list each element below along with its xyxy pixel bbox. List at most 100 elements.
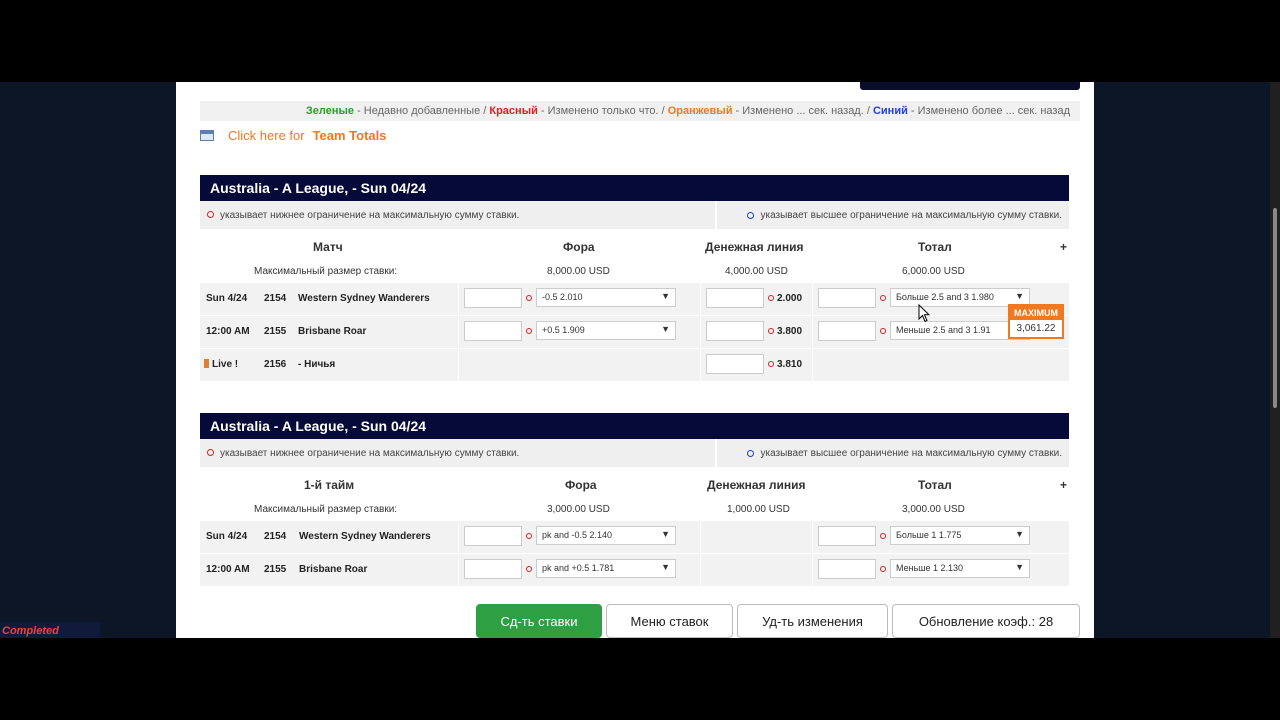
handicap-select[interactable]: pk and -0.5 2.140 ▼ bbox=[536, 526, 676, 545]
section-title: Australia - A League, - Sun 04/24 bbox=[200, 175, 1069, 201]
handicap-stake-input[interactable] bbox=[464, 321, 522, 341]
team-totals-link-text[interactable]: Click here for bbox=[228, 128, 305, 143]
match-time: 12:00 AM bbox=[206, 564, 250, 575]
handicap-select[interactable]: +0.5 1.909 ▼ bbox=[536, 321, 676, 340]
handicap-stake-input[interactable] bbox=[464, 288, 522, 308]
red-dot-icon bbox=[880, 295, 886, 301]
red-dot-icon bbox=[768, 361, 774, 367]
expand-plus-icon[interactable]: + bbox=[1060, 478, 1067, 492]
expand-plus-icon[interactable]: + bbox=[1060, 240, 1067, 254]
total-stake-input[interactable] bbox=[818, 526, 876, 546]
moneyline-stake-input[interactable] bbox=[706, 321, 764, 341]
column-headers: 1-й тайм Фора Денежная линия Тотал + bbox=[200, 467, 1069, 501]
handicap-value: -0.5 2.010 bbox=[542, 292, 583, 302]
red-dot-icon bbox=[526, 566, 532, 572]
blue-dot-icon bbox=[747, 449, 755, 457]
match-number: 2154 bbox=[264, 293, 287, 304]
max-moneyline: 1,000.00 USD bbox=[727, 504, 790, 515]
max-moneyline: 4,000.00 USD bbox=[725, 266, 788, 277]
column-headers: Матч Фора Денежная линия Тотал + bbox=[200, 229, 1069, 263]
red-dot-icon bbox=[768, 328, 774, 334]
dropdown-arrow-icon: ▼ bbox=[661, 562, 670, 572]
legend-blue-text: - Изменено более ... сек. назад bbox=[907, 105, 1070, 117]
betting-page: Зеленые - Недавно добавленные / Красный … bbox=[176, 82, 1094, 638]
red-dot-icon bbox=[526, 533, 532, 539]
moneyline-stake-input[interactable] bbox=[706, 354, 764, 374]
red-dot-icon bbox=[526, 328, 532, 334]
section-first-half: Australia - A League, - Sun 04/24 указыв… bbox=[200, 413, 1069, 587]
header-handicap: Фора bbox=[563, 240, 595, 254]
total-stake-input[interactable] bbox=[818, 321, 876, 341]
handicap-stake-input[interactable] bbox=[464, 559, 522, 579]
team-totals-label[interactable]: Team Totals bbox=[313, 128, 387, 143]
legend-red: Красный bbox=[489, 105, 538, 117]
legend-green: Зеленые bbox=[305, 105, 354, 117]
match-time: 12:00 AM bbox=[206, 326, 250, 337]
total-stake-input[interactable] bbox=[818, 288, 876, 308]
header-total: Тотал bbox=[918, 478, 952, 492]
match-number: 2156 bbox=[264, 359, 287, 370]
dropdown-arrow-icon: ▼ bbox=[1015, 562, 1024, 572]
moneyline-odds[interactable]: 2.000 bbox=[777, 293, 802, 304]
blue-dot-icon bbox=[747, 211, 755, 219]
max-handicap: 8,000.00 USD bbox=[547, 266, 610, 277]
calendar-icon bbox=[200, 129, 214, 141]
maximum-popup-title: MAXIMUM bbox=[1010, 306, 1062, 320]
red-dot-icon bbox=[526, 295, 532, 301]
team-name: Brisbane Roar bbox=[299, 564, 368, 575]
section-full-match: Australia - A League, - Sun 04/24 указыв… bbox=[200, 175, 1069, 382]
total-stake-input[interactable] bbox=[818, 559, 876, 579]
table-row: Live ! 2156 - Ничья 3.810 bbox=[200, 349, 1069, 382]
place-bets-button[interactable]: Сд-ть ставки bbox=[476, 604, 602, 638]
dropdown-arrow-icon: ▼ bbox=[661, 291, 670, 301]
upper-limit-note: указывает высшее ограничение на максимал… bbox=[715, 439, 1062, 467]
dropdown-arrow-icon: ▼ bbox=[1015, 291, 1024, 301]
upper-limit-text: указывает высшее ограничение на максимал… bbox=[760, 447, 1062, 459]
table-row: 12:00 AM 2155 Brisbane Roar pk and +0.5 … bbox=[200, 554, 1069, 587]
live-label: Live ! bbox=[212, 359, 239, 370]
team-name: Western Sydney Wanderers bbox=[298, 293, 430, 304]
match-time: Sun 4/24 bbox=[206, 531, 248, 542]
red-dot-icon bbox=[880, 533, 886, 539]
table-row: 12:00 AM 2155 Brisbane Roar +0.5 1.909 ▼ … bbox=[200, 316, 1069, 349]
total-value: Больше 1 1.775 bbox=[896, 530, 962, 540]
total-select[interactable]: Меньше 1 2.130 ▼ bbox=[890, 559, 1030, 578]
remove-changes-button[interactable]: Уд-ть изменения bbox=[737, 604, 888, 638]
team-name: Western Sydney Wanderers bbox=[299, 531, 431, 542]
total-value: Больше 2.5 and 3 1.980 bbox=[896, 292, 994, 302]
max-stake-row: Максимальный размер ставки: 8,000.00 USD… bbox=[200, 263, 1069, 283]
maximum-popup-value: 3,061.22 bbox=[1016, 323, 1056, 334]
team-name: Brisbane Roar bbox=[298, 326, 367, 337]
scrollbar[interactable] bbox=[1270, 82, 1280, 638]
team-totals-link[interactable]: Click here for Team Totals bbox=[200, 126, 387, 144]
header-moneyline: Денежная линия bbox=[705, 240, 804, 254]
total-select[interactable]: Больше 1 1.775 ▼ bbox=[890, 526, 1030, 545]
handicap-select[interactable]: -0.5 2.010 ▼ bbox=[536, 288, 676, 307]
lower-limit-note: указывает нижнее ограничение на максимал… bbox=[207, 210, 519, 221]
refresh-odds-button[interactable]: Обновление коэф.: 28 bbox=[892, 604, 1080, 638]
moneyline-odds[interactable]: 3.800 bbox=[777, 326, 802, 337]
moneyline-odds[interactable]: 3.810 bbox=[777, 359, 802, 370]
red-dot-icon bbox=[880, 328, 886, 334]
table-row: Sun 4/24 2154 Western Sydney Wanderers p… bbox=[200, 521, 1069, 554]
legend-orange: Оранжевый bbox=[667, 105, 733, 117]
handicap-select[interactable]: pk and +0.5 1.781 ▼ bbox=[536, 559, 676, 578]
legend-blue: Синий bbox=[872, 105, 908, 117]
mouse-cursor-icon bbox=[918, 304, 931, 323]
lower-limit-text: указывает нижнее ограничение на максимал… bbox=[220, 447, 520, 459]
bet-menu-button[interactable]: Меню ставок bbox=[606, 604, 733, 638]
max-total: 3,000.00 USD bbox=[902, 504, 965, 515]
max-stake-row: Максимальный размер ставки: 3,000.00 USD… bbox=[200, 501, 1069, 521]
max-handicap: 3,000.00 USD bbox=[547, 504, 610, 515]
scrollbar-thumb[interactable] bbox=[1273, 208, 1277, 408]
dropdown-arrow-icon: ▼ bbox=[661, 529, 670, 539]
red-dot-icon bbox=[207, 449, 214, 457]
handicap-stake-input[interactable] bbox=[464, 526, 522, 546]
max-total: 6,000.00 USD bbox=[902, 266, 965, 277]
match-number: 2155 bbox=[264, 326, 287, 337]
limits-legend: указывает нижнее ограничение на максимал… bbox=[200, 439, 1069, 467]
total-value: Меньше 2.5 and 3 1.91 bbox=[896, 325, 991, 335]
max-stake-label: Максимальный размер ставки: bbox=[254, 266, 398, 277]
moneyline-stake-input[interactable] bbox=[706, 288, 764, 308]
header-handicap: Фора bbox=[565, 478, 597, 492]
